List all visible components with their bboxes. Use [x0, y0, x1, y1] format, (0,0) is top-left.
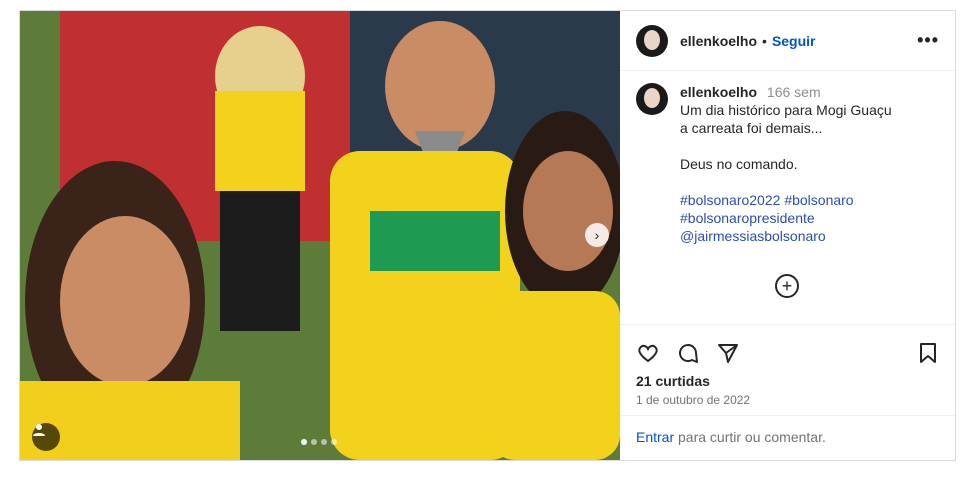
- post-photo[interactable]: ›: [20, 11, 620, 460]
- login-prompt: Entrar para curtir ou comentar.: [620, 415, 955, 460]
- hashtag-block: #bolsonaro2022 #bolsonaro #bolsonaropres…: [680, 191, 892, 245]
- avatar[interactable]: [636, 24, 668, 57]
- carousel-dot: [301, 439, 307, 445]
- login-text: para curtir ou comentar.: [678, 429, 826, 445]
- hashtag-link[interactable]: #bolsonaro: [784, 192, 853, 208]
- post-header: ellenkoelho • Seguir •••: [620, 11, 955, 71]
- likes-count[interactable]: 21 curtidas: [636, 373, 710, 389]
- action-bar: 21 curtidas 1 de outubro de 2022: [620, 324, 955, 407]
- caption-avatar[interactable]: [636, 83, 668, 115]
- add-comment-icon[interactable]: +: [775, 274, 799, 298]
- caption: ellenkoelho 166 sem Um dia histórico par…: [636, 83, 939, 245]
- tag-user-icon[interactable]: [32, 423, 60, 451]
- share-icon[interactable]: [716, 341, 740, 370]
- caption-line: a carreata foi demais...: [680, 120, 823, 136]
- caption-username[interactable]: ellenkoelho: [680, 84, 757, 100]
- hashtag-link[interactable]: #bolsonaropresidente: [680, 209, 892, 227]
- next-arrow-icon[interactable]: ›: [585, 223, 609, 247]
- post-sidebar: ellenkoelho • Seguir ••• ellenkoelho 166…: [620, 11, 955, 460]
- carousel-dot: [321, 439, 327, 445]
- caption-line: Deus no comando.: [680, 156, 798, 172]
- photo-illustration: [20, 11, 620, 460]
- caption-line: Um dia histórico para Mogi Guaçu: [680, 102, 892, 118]
- comment-icon[interactable]: [676, 341, 700, 370]
- mention-link[interactable]: @jairmessiasbolsonaro: [680, 227, 892, 245]
- separator: •: [762, 32, 767, 49]
- carousel-dot: [331, 439, 337, 445]
- more-icon[interactable]: •••: [917, 30, 939, 51]
- header-username[interactable]: ellenkoelho: [680, 33, 757, 49]
- login-link[interactable]: Entrar: [636, 429, 674, 445]
- caption-time[interactable]: 166 sem: [767, 84, 821, 100]
- bookmark-icon[interactable]: [916, 341, 940, 370]
- post-card: › ellenkoelho • Seguir ••• ellenkoelho 1…: [19, 10, 956, 461]
- hashtag-link[interactable]: #bolsonaro2022: [680, 192, 780, 208]
- carousel-dots: [301, 439, 337, 445]
- caption-body: ellenkoelho 166 sem Um dia histórico par…: [680, 83, 892, 245]
- carousel-dot: [311, 439, 317, 445]
- post-date[interactable]: 1 de outubro de 2022: [636, 393, 750, 407]
- follow-button[interactable]: Seguir: [772, 33, 816, 49]
- heart-icon[interactable]: [636, 341, 660, 370]
